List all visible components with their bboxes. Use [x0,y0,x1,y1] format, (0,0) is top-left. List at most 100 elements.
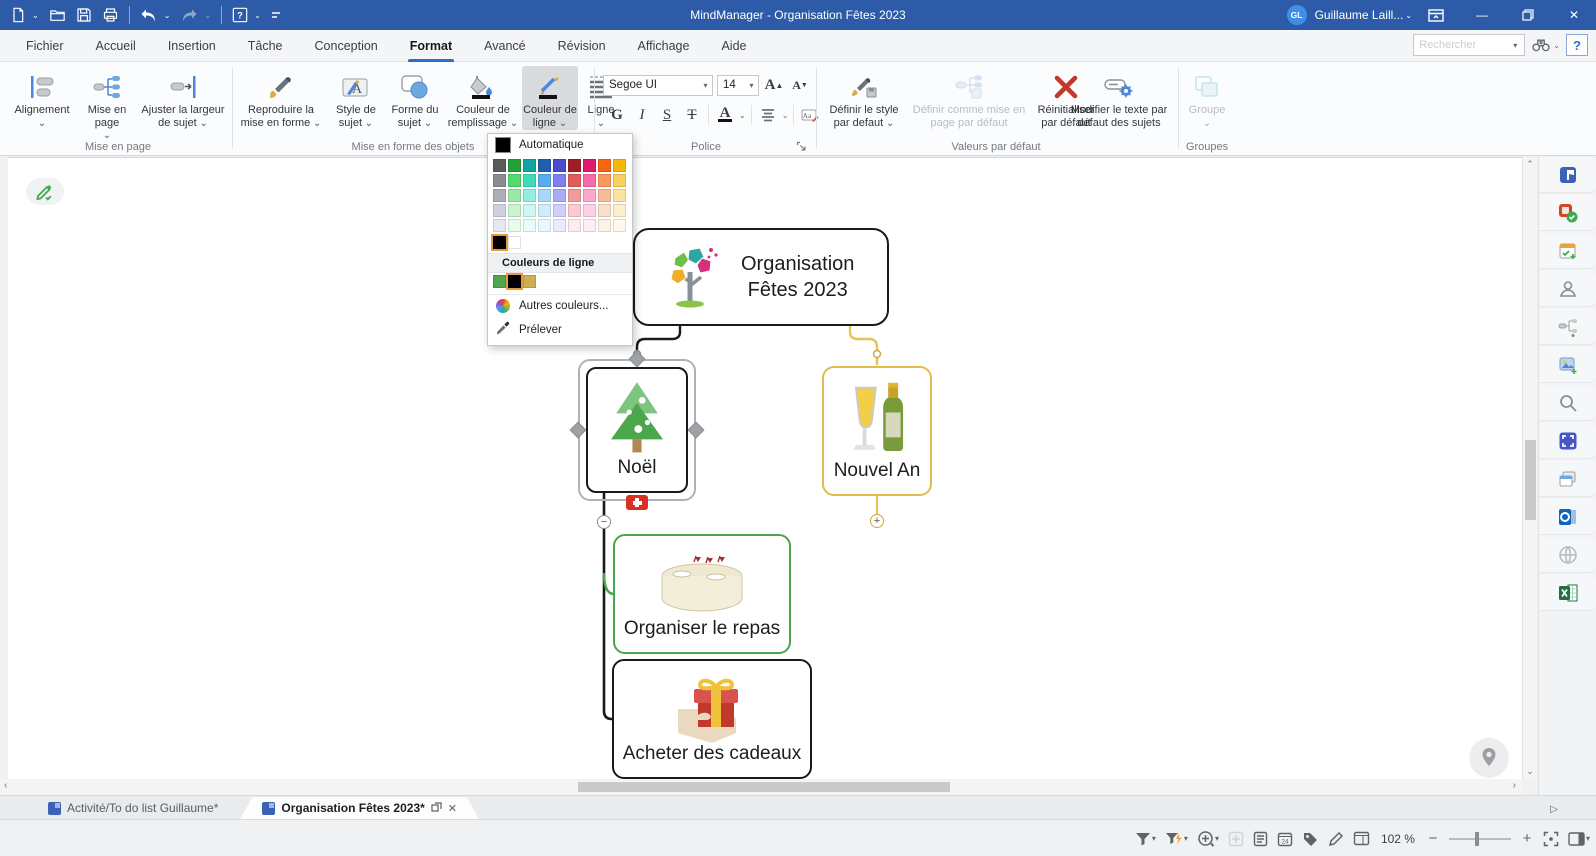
scroll-down-icon[interactable]: ⌄ [1523,764,1537,779]
color-swatch[interactable] [523,219,536,232]
help-button[interactable]: ? [1566,34,1588,56]
color-swatch[interactable] [523,204,536,217]
color-swatch[interactable] [553,189,566,202]
zoom-slider-handle[interactable] [1475,832,1479,846]
pick-color-item[interactable]: Prélever [488,317,632,345]
menu-tab-avancé[interactable]: Avancé [468,30,541,62]
zoom-out-button[interactable]: − [1426,830,1440,847]
topic-style-button[interactable]: A Style de sujet [328,66,384,130]
color-swatch[interactable] [568,219,581,232]
color-swatch[interactable] [523,159,536,172]
print-icon[interactable] [102,7,119,23]
filter-icon[interactable]: ▾ [1135,832,1156,846]
color-swatch[interactable] [508,174,521,187]
color-swatch[interactable] [508,275,521,288]
topic-shape-button[interactable]: Forme du sujet [386,66,444,130]
sidebar-linked-windows[interactable] [1539,461,1596,497]
color-swatch[interactable] [598,174,611,187]
italic-button[interactable]: I [631,104,653,126]
color-swatch[interactable] [613,159,626,172]
help-chevron-icon[interactable]: ⌄ [254,11,261,20]
new-document-chevron-icon[interactable]: ⌄ [32,11,39,20]
menu-tab-affichage[interactable]: Affichage [622,30,706,62]
font-color-chevron-icon[interactable]: ⌄ [739,111,746,120]
color-swatch[interactable] [613,189,626,202]
color-swatch[interactable] [598,204,611,217]
color-swatch[interactable] [613,174,626,187]
color-swatch[interactable] [508,219,521,232]
color-swatch[interactable] [568,189,581,202]
color-swatch[interactable] [493,236,506,249]
color-swatch[interactable] [493,204,506,217]
save-icon[interactable] [76,7,92,23]
color-swatch[interactable] [583,204,596,217]
scroll-right-icon[interactable]: › [1513,780,1516,791]
color-swatch[interactable] [538,219,551,232]
color-swatch[interactable] [583,159,596,172]
color-swatch[interactable] [538,174,551,187]
topic-central[interactable]: Organisation Fêtes 2023 [633,228,889,326]
power-filter-icon[interactable]: ▾ [1165,832,1188,846]
topic-repas[interactable]: Organiser le repas [613,534,791,654]
text-align-button[interactable] [757,104,779,126]
edit-default-topic-text-button[interactable]: Modifier le texte par défaut des sujets [1066,66,1172,129]
doc-tab-activite[interactable]: Activité/To do list Guillaume* [26,797,240,819]
topic-nouvel-an[interactable]: Nouvel An [822,366,932,496]
sidebar-library[interactable] [1539,347,1596,383]
color-swatch[interactable] [583,174,596,187]
search-dropdown-icon[interactable]: ▾ [1508,41,1522,50]
line-color-button[interactable]: Couleur de ligne [522,66,578,130]
color-swatch[interactable] [613,204,626,217]
restore-button[interactable] [1506,0,1550,30]
menu-tab-conception[interactable]: Conception [299,30,394,62]
format-painter-button[interactable]: Reproduire la mise en forme [236,66,326,130]
sidebar-task-info[interactable] [1539,233,1596,269]
horizontal-scrollbar[interactable]: ‹ › [0,779,1522,795]
window-view-icon[interactable] [1353,831,1370,846]
menu-tab-tâche[interactable]: Tâche [232,30,299,62]
sidebar-task-priority[interactable] [1539,195,1596,231]
scroll-left-icon[interactable]: ‹ [4,780,7,791]
font-color-button[interactable]: A [714,104,736,126]
adjust-topic-width-button[interactable]: Ajuster la largeur de sujet [138,66,228,130]
notes-icon[interactable] [1253,831,1268,847]
color-swatch[interactable] [538,189,551,202]
map-canvas[interactable]: Organisation Fêtes 2023 Noël − Nou [8,157,1522,779]
topic-noel[interactable]: Noël [586,367,688,493]
find-icon[interactable]: ⌄ [1531,37,1560,53]
zoom-slider[interactable] [1449,838,1511,840]
alignment-button[interactable]: Alignement [10,66,74,129]
sidebar-map-index[interactable] [1539,157,1596,193]
sidebar-map-parts[interactable] [1539,309,1596,345]
ribbon-display-options-button[interactable] [1414,0,1458,30]
color-swatch[interactable] [523,174,536,187]
close-button[interactable]: ✕ [1552,0,1596,30]
menu-tab-format[interactable]: Format [394,30,468,62]
user-menu-chevron-icon[interactable]: ⌄ [1405,11,1412,20]
set-default-style-button[interactable]: Définir le style par defaut [820,66,908,130]
panel-layout-icon[interactable]: ▾ [1568,832,1590,846]
vertical-scroll-thumb[interactable] [1525,440,1536,520]
color-swatch[interactable] [568,174,581,187]
color-swatch[interactable] [583,189,596,202]
float-tab-icon[interactable] [431,802,442,815]
sidebar-outlook[interactable] [1539,499,1596,535]
sidebar-search[interactable] [1539,385,1596,421]
flag-marker-icon[interactable] [626,495,648,510]
color-swatch[interactable] [493,174,506,187]
color-swatch[interactable] [493,275,506,288]
customize-toolbar-icon[interactable] [271,9,281,21]
color-swatch[interactable] [493,159,506,172]
user-name[interactable]: Guillaume Laill... [1315,8,1404,22]
menu-tab-aide[interactable]: Aide [705,30,762,62]
open-file-icon[interactable] [49,7,66,23]
search-input[interactable] [1414,39,1508,51]
automatic-color-item[interactable]: Automatique [488,134,632,156]
color-swatch[interactable] [493,219,506,232]
close-tab-icon[interactable]: ✕ [448,802,457,815]
color-swatch[interactable] [598,189,611,202]
doc-tab-organisation-fetes[interactable]: Organisation Fêtes 2023* ✕ [240,797,479,819]
more-colors-item[interactable]: Autres couleurs... [488,294,632,317]
color-swatch[interactable] [508,204,521,217]
scroll-up-icon[interactable]: ⌃ [1523,157,1537,172]
